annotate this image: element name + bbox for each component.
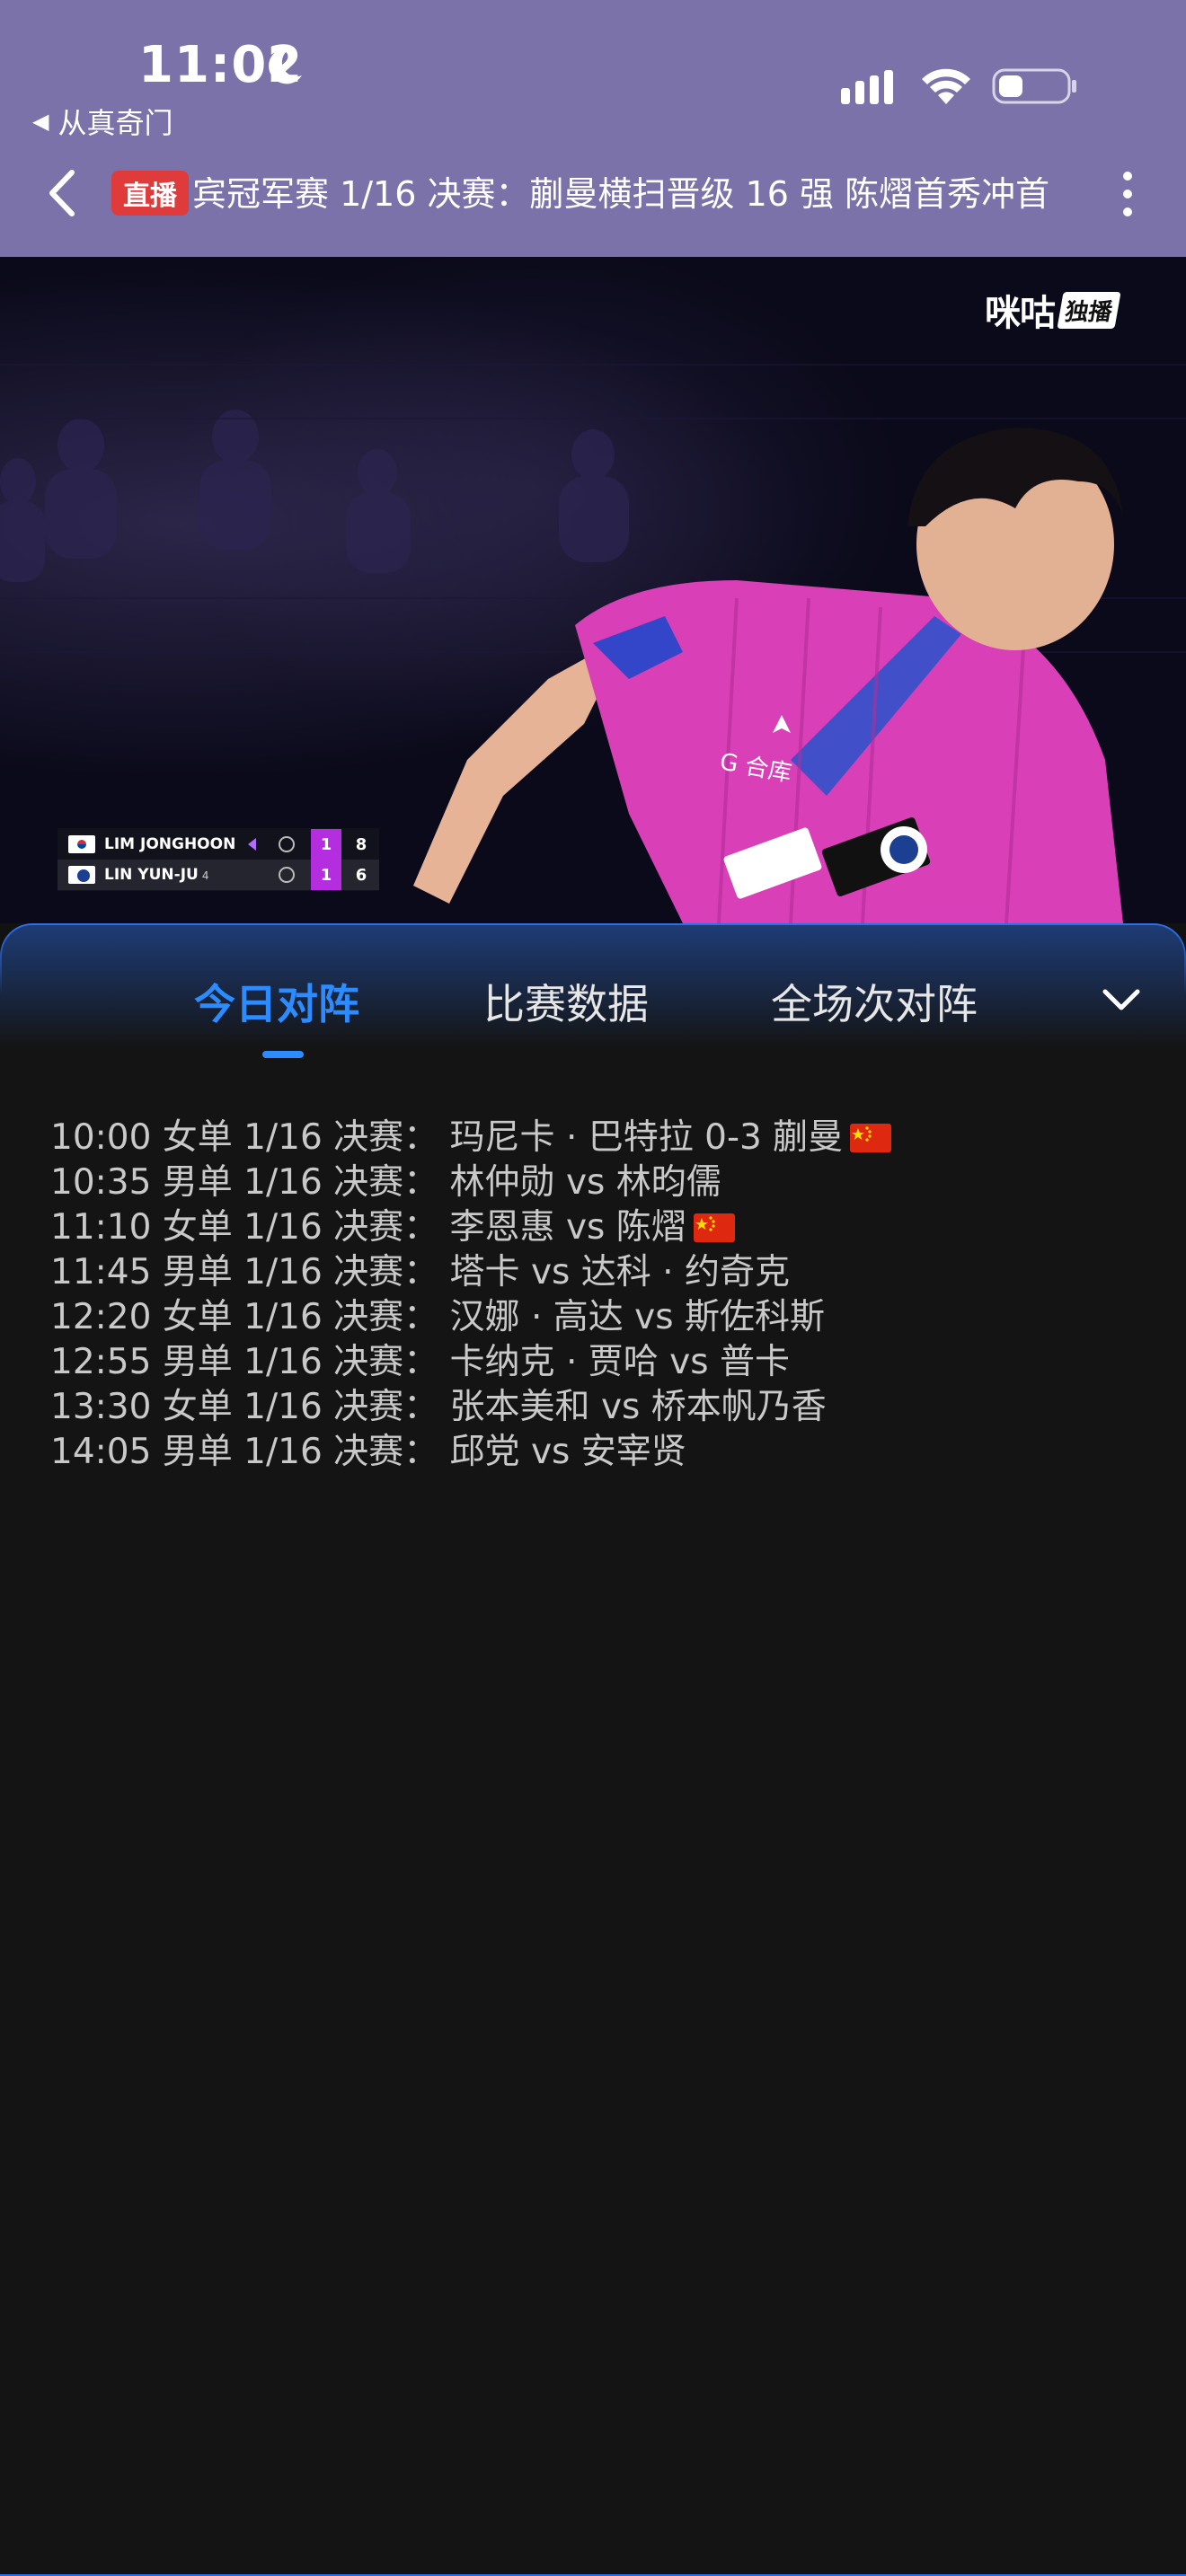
match-text: 13:30 女单 1/16 决赛： 张本美和 vs 桥本帆乃香 [50, 1387, 827, 1427]
tab-today-matches[interactable]: 今日对阵 [194, 972, 359, 1031]
match-text: 12:20 女单 1/16 决赛： 汉娜 · 高达 vs 斯佐科斯 [50, 1297, 825, 1337]
timeout-icon [279, 867, 295, 883]
timeout-icon [279, 836, 295, 852]
battery-icon [992, 68, 1076, 104]
wifi-icon [922, 68, 970, 104]
korea-flag-icon [68, 835, 95, 853]
scoreboard: LIM JONGHOON 1 8 LIN YUN-JU 4 1 6 [58, 828, 379, 891]
watermark-logo: 咪咕 [985, 293, 1056, 334]
back-arrow-icon[interactable] [45, 167, 81, 219]
list-item: 10:35 男单 1/16 决赛： 林仲勋 vs 林昀儒 [50, 1160, 1146, 1205]
active-tab-indicator [262, 1051, 304, 1058]
player-figure: G 合库 [413, 428, 1123, 923]
points: 8 [355, 834, 367, 854]
match-schedule-list: 10:00 女单 1/16 决赛： 玛尼卡 · 巴特拉 0-3 蒯曼 10:35… [50, 1116, 1146, 1475]
list-item: 11:45 男单 1/16 决赛： 塔卡 vs 达科 · 约奇克 [50, 1250, 1146, 1295]
signal-icon [841, 70, 893, 104]
match-text: 12:55 男单 1/16 决赛： 卡纳克 · 贾哈 vs 普卡 [50, 1342, 790, 1382]
video-player[interactable]: G 合库 咪咕 独播 LIM JONGHOON 1 8 LIN YUN-JU 4 … [0, 257, 1186, 923]
match-text: 11:45 男单 1/16 决赛： 塔卡 vs 达科 · 约奇克 [50, 1252, 790, 1292]
match-text: 10:35 男单 1/16 决赛： 林仲勋 vs 林昀儒 [50, 1162, 721, 1203]
china-flag-icon [693, 1213, 735, 1242]
scoreboard-row: LIM JONGHOON 1 8 [58, 829, 379, 860]
back-triangle-icon: ◀ [32, 109, 49, 134]
watermark-exclusive-badge: 独播 [1057, 291, 1121, 329]
live-badge: 直播 [111, 171, 189, 216]
chinese-taipei-flag-icon [68, 866, 95, 884]
back-app-label: 从真奇门 [58, 106, 173, 140]
player-name: LIN YUN-JU 4 [104, 866, 209, 884]
list-item: 10:00 女单 1/16 决赛： 玛尼卡 · 巴特拉 0-3 蒯曼 [50, 1116, 1146, 1160]
player-name: LIM JONGHOON [104, 835, 236, 853]
top-header: 11:02 ◀ 从真奇门 直播 宾冠军赛 1/16 决赛：蒯曼横扫晋级 16 强… [0, 0, 1186, 257]
points: 6 [355, 865, 367, 885]
list-item: 14:05 男单 1/16 决赛： 邱党 vs 安宰贤 [50, 1430, 1146, 1475]
games-won: 1 [311, 860, 341, 890]
match-text: 14:05 男单 1/16 决赛： 邱党 vs 安宰贤 [50, 1432, 686, 1472]
page-title: 宾冠军赛 1/16 决赛：蒯曼横扫晋级 16 强 陈熠首秀冲首 [192, 174, 1050, 214]
tab-match-stats[interactable]: 比赛数据 [483, 972, 649, 1031]
list-item: 13:30 女单 1/16 决赛： 张本美和 vs 桥本帆乃香 [50, 1385, 1146, 1430]
list-item: 12:55 男单 1/16 决赛： 卡纳克 · 贾哈 vs 普卡 [50, 1340, 1146, 1385]
list-item: 11:10 女单 1/16 决赛： 李恩惠 vs 陈熠 [50, 1205, 1146, 1250]
scoreboard-row: LIN YUN-JU 4 1 6 [58, 860, 379, 890]
list-item: 12:20 女单 1/16 决赛： 汉娜 · 高达 vs 斯佐科斯 [50, 1295, 1146, 1340]
match-text: 11:10 女单 1/16 决赛： 李恩惠 vs 陈熠 [50, 1207, 686, 1248]
broadcaster-watermark: 咪咕 独播 [985, 284, 1121, 336]
tab-all-matches[interactable]: 全场次对阵 [771, 972, 978, 1031]
chevron-down-icon[interactable] [1100, 984, 1143, 1015]
back-to-app-link[interactable]: ◀ 从真奇门 [32, 101, 173, 142]
serve-indicator-icon [248, 838, 256, 851]
match-text: 10:00 女单 1/16 决赛： 玛尼卡 · 巴特拉 0-3 蒯曼 [50, 1117, 844, 1158]
more-options-icon[interactable] [1114, 167, 1141, 221]
china-flag-icon [850, 1124, 892, 1152]
moon-icon [269, 48, 302, 84]
games-won: 1 [311, 829, 341, 860]
